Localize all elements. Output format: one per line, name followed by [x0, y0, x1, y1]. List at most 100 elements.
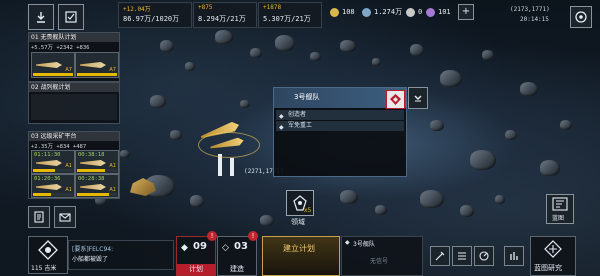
ship-icon	[36, 62, 62, 68]
ship-icon	[36, 184, 62, 190]
player-emblem-icon	[38, 240, 58, 260]
home-button[interactable]	[28, 4, 54, 30]
research-label: 蓝图研究	[534, 264, 562, 272]
premium-icon	[426, 7, 435, 17]
slot-timer: 01:11:30	[34, 152, 61, 158]
quick-action-1[interactable]	[430, 246, 450, 266]
ship-icon	[36, 160, 62, 166]
envelope-icon	[59, 213, 71, 222]
fleet-emblem-icon	[390, 94, 401, 105]
plan-slot[interactable]: 00:38:18 A1	[75, 150, 119, 174]
fleet-slot-panel[interactable]: ◆ 3号舰队 无信号	[341, 236, 423, 276]
resource-metal[interactable]: +12.04万 86.97万/1020万	[118, 2, 192, 28]
plan-alert-badge: !	[207, 231, 217, 241]
slot-timer: 00:38:18	[78, 152, 105, 158]
mail-list-button[interactable]	[28, 206, 50, 228]
chip-premium[interactable]: 101	[426, 4, 451, 20]
chat-box[interactable]: [要系]FELC94: 小船都被毁了	[68, 240, 174, 270]
fleet-row[interactable]: ◆ 军免重工	[276, 121, 404, 131]
checklist-icon	[65, 11, 77, 23]
blueprint-button[interactable]: 蓝图	[546, 194, 574, 224]
player-profile[interactable]: 115 吉米	[28, 236, 68, 274]
slot-timer: 01:20:36	[34, 176, 61, 182]
quick-action-3[interactable]	[474, 246, 494, 266]
fleet-row-label: 创造者	[288, 111, 307, 118]
plan-icon: ◆	[181, 243, 188, 253]
progress-bar	[77, 169, 117, 172]
build-plan-button[interactable]: 建立计划	[262, 236, 340, 276]
guard-target[interactable]: x5 领域	[282, 190, 316, 230]
build-label: 建造	[230, 265, 244, 273]
quick-action-2[interactable]	[452, 246, 472, 266]
plan-count: 09	[193, 241, 207, 252]
plan-group-2[interactable]: 02 战列舰计划	[28, 82, 120, 124]
task-button[interactable]	[58, 4, 84, 30]
fleet-slot-icon: ◆	[345, 239, 350, 246]
sword-icon	[435, 251, 445, 261]
plan-slot[interactable]: 00:28:38 A1	[75, 174, 119, 198]
credits-icon	[362, 7, 371, 17]
bottom-bar: 115 吉米 [要系]FELC94: 小船都被毁了 ◆ 09 计划 ! ◇ 03…	[0, 231, 600, 276]
quick-action-4[interactable]	[504, 246, 524, 266]
plan-group-2-title: 02 战列舰计划	[29, 83, 119, 92]
chip-token[interactable]: 0	[406, 4, 422, 20]
empty-slot[interactable]	[31, 94, 117, 120]
ship-type-icon: ◆	[279, 124, 284, 131]
plan-group-3-stats: +2.35万 +834 +487	[31, 144, 87, 150]
chip-token-value: 0	[418, 8, 423, 16]
crystal-rate: +875	[198, 4, 213, 11]
document-icon	[34, 211, 44, 223]
plan-group-3-title: 03 远级采矿平台	[29, 132, 119, 141]
energy-icon	[330, 7, 339, 17]
slot-level: A7	[65, 67, 72, 73]
guard-label: 领域	[291, 218, 305, 226]
ship-icon	[80, 160, 106, 166]
settings-button[interactable]	[570, 6, 592, 28]
bars-icon	[510, 252, 518, 260]
fleet-slot-title: 3号舰队	[353, 241, 375, 248]
chip-energy[interactable]: 108	[330, 4, 355, 20]
gear-icon	[575, 11, 587, 23]
crystal-amount: 8.294万/21万	[198, 15, 246, 23]
plan-slot[interactable]: A7	[31, 52, 75, 78]
plan-group-1-title: 01 无畏舰队计划	[29, 33, 119, 42]
fleet-emblem-button[interactable]	[386, 90, 405, 109]
plan-group-1[interactable]: 01 无畏舰队计划 +5.57万 +2342 +836 A7 A7	[28, 32, 120, 82]
plan-slot[interactable]: 01:20:36 A1	[31, 174, 75, 198]
research-button[interactable]: 蓝图研究	[530, 236, 576, 276]
progress-bar	[33, 193, 73, 196]
blueprint-label: 蓝图	[552, 215, 565, 222]
build-alert-badge: !	[248, 231, 258, 241]
chip-credits[interactable]: 1.274万	[362, 4, 402, 20]
fleet-popup[interactable]: 3号舰队 ◆ 创造者 ◆ 军免重工	[273, 87, 407, 177]
slot-level: A1	[109, 187, 116, 193]
build-count: 03	[234, 241, 248, 252]
metal-rate: +12.04万	[123, 6, 151, 13]
fleet-popup-collapse-button[interactable]	[408, 87, 428, 109]
white-ship-icon	[230, 158, 234, 176]
resource-crystal[interactable]: +875 8.294万/21万	[193, 2, 257, 28]
plan-button[interactable]: ◆ 09 计划 !	[176, 231, 217, 276]
chip-premium-value: 101	[438, 8, 451, 16]
build-plan-label: 建立计划	[283, 244, 315, 253]
slot-timer: 00:28:38	[78, 176, 105, 182]
clock: 20:14:15	[520, 16, 549, 23]
selection-ring	[198, 132, 260, 158]
progress-bar	[33, 169, 73, 172]
build-button[interactable]: ◇ 03 建造 !	[217, 231, 258, 276]
fleet-cluster[interactable]	[190, 118, 280, 198]
plan-slot[interactable]: A7	[75, 52, 119, 78]
chat-message: 小船都被毁了	[72, 256, 109, 263]
progress-bar	[77, 193, 117, 196]
mail-button[interactable]	[54, 206, 76, 228]
fleet-row[interactable]: ◆ 创造者	[276, 110, 404, 120]
plan-group-3[interactable]: 03 远级采矿平台 +2.35万 +834 +487 01:11:30 A1 0…	[28, 131, 120, 199]
add-premium-button[interactable]: +	[458, 4, 474, 20]
game-screen: { "topbar": { "resources": [ {"rate": "+…	[0, 0, 600, 276]
resource-gas[interactable]: +1878 5.307万/21万	[258, 2, 322, 28]
metal-amount: 86.97万/1020万	[123, 15, 180, 23]
gas-amount: 5.307万/21万	[263, 15, 311, 23]
player-distance: 115 吉米	[31, 265, 57, 272]
progress-bar	[77, 73, 117, 76]
plan-slot[interactable]: 01:11:30 A1	[31, 150, 75, 174]
